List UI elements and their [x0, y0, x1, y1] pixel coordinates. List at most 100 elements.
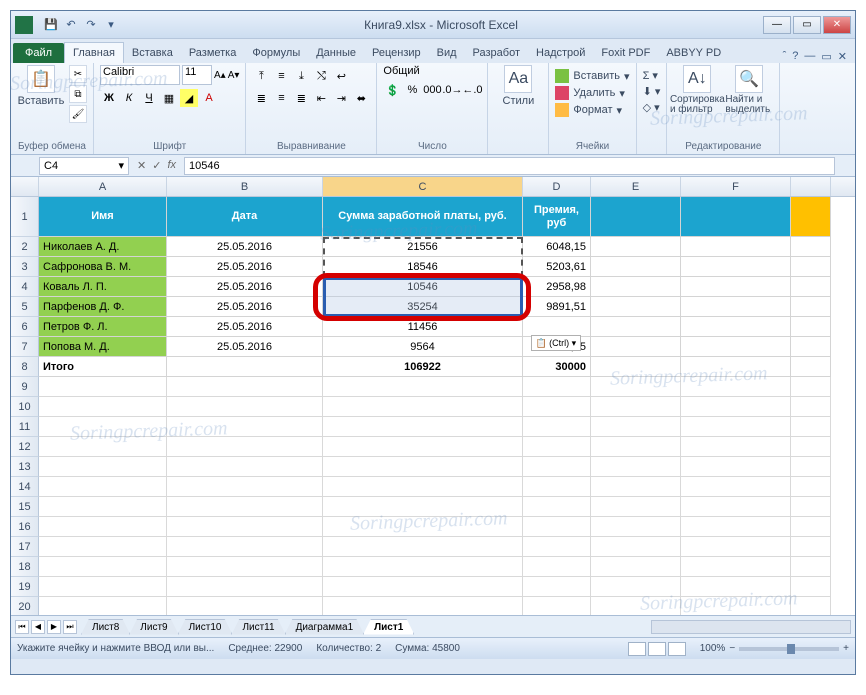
sheet-tab[interactable]: Лист11 [231, 619, 285, 635]
next-sheet-icon[interactable]: ▶ [47, 620, 61, 634]
cell-sum[interactable]: 21556 [323, 237, 523, 257]
percent-icon[interactable]: % [403, 81, 421, 99]
cancel-icon[interactable]: ✕ [137, 159, 146, 172]
sheet-tab[interactable]: Лист10 [178, 619, 233, 635]
cell-date[interactable]: 25.05.2016 [167, 297, 323, 317]
cut-icon[interactable]: ✂ [69, 65, 87, 83]
tab-layout[interactable]: Разметка [181, 43, 245, 63]
italic-button[interactable]: К [120, 89, 138, 107]
orientation-icon[interactable]: ⤭ [312, 67, 330, 85]
cell-date[interactable]: 25.05.2016 [167, 337, 323, 357]
cell-name[interactable]: Попова М. Д. [39, 337, 167, 357]
view-normal-icon[interactable] [628, 642, 646, 656]
shrink-font-icon[interactable]: A▾ [228, 70, 240, 81]
row-header[interactable]: 13 [11, 457, 39, 477]
format-painter-icon[interactable]: 🖌 [69, 105, 87, 123]
sheet-tab[interactable]: Лист1 [363, 619, 414, 635]
row-header[interactable]: 3 [11, 257, 39, 277]
tab-foxit[interactable]: Foxit PDF [593, 43, 658, 63]
cell-bonus[interactable]: 6048,15 [523, 237, 591, 257]
zoom-in-icon[interactable]: + [843, 643, 849, 654]
col-header-g[interactable] [791, 177, 831, 196]
row-header[interactable]: 5 [11, 297, 39, 317]
last-sheet-icon[interactable]: ⏭ [63, 620, 77, 634]
cell-name[interactable]: Парфенов Д. Ф. [39, 297, 167, 317]
delete-cells-button[interactable]: Удалить ▾ [555, 86, 625, 100]
tab-addins[interactable]: Надстрой [528, 43, 593, 63]
font-name-select[interactable]: Calibri [100, 65, 180, 85]
clear-button[interactable]: ◇ ▾ [643, 101, 660, 114]
dec-decimal-icon[interactable]: ←.0 [463, 81, 481, 99]
row-header[interactable]: 15 [11, 497, 39, 517]
align-middle-icon[interactable]: ≡ [272, 67, 290, 85]
merge-icon[interactable]: ⬌ [352, 89, 370, 107]
cell-name[interactable]: Сафронова В. М. [39, 257, 167, 277]
number-format-select[interactable]: Общий [383, 65, 453, 77]
format-cells-button[interactable]: Формат ▾ [555, 103, 622, 117]
cell-name[interactable]: Николаев А. Д. [39, 237, 167, 257]
inc-decimal-icon[interactable]: .0→ [443, 81, 461, 99]
col-header-f[interactable]: F [681, 177, 791, 196]
row-header[interactable]: 9 [11, 377, 39, 397]
prev-sheet-icon[interactable]: ◀ [31, 620, 45, 634]
cell-name[interactable]: Петров Ф. Л. [39, 317, 167, 337]
align-bottom-icon[interactable]: ⤓ [292, 67, 310, 85]
row-header[interactable]: 19 [11, 577, 39, 597]
align-top-icon[interactable]: ⤒ [252, 67, 270, 85]
tab-review[interactable]: Рецензир [364, 43, 429, 63]
border-button[interactable]: ▦ [160, 89, 178, 107]
cell-date[interactable]: 25.05.2016 [167, 257, 323, 277]
row-header[interactable]: 6 [11, 317, 39, 337]
tab-formulas[interactable]: Формулы [244, 43, 308, 63]
sheet-tab[interactable]: Лист9 [129, 619, 178, 635]
bold-button[interactable]: Ж [100, 89, 118, 107]
indent-dec-icon[interactable]: ⇤ [312, 89, 330, 107]
sheet-tab[interactable]: Диаграмма1 [285, 619, 365, 635]
doc-restore-icon[interactable]: ▭ [821, 50, 831, 63]
minimize-button[interactable]: — [763, 16, 791, 34]
copy-icon[interactable]: ⧉ [69, 85, 87, 103]
cell-date[interactable] [167, 357, 323, 377]
cell-date[interactable]: 25.05.2016 [167, 317, 323, 337]
cell-bonus[interactable]: 5203,61 [523, 257, 591, 277]
underline-button[interactable]: Ч [140, 89, 158, 107]
row-header[interactable]: 14 [11, 477, 39, 497]
cell-sum[interactable]: 11456 [323, 317, 523, 337]
fill-color-button[interactable]: ◢ [180, 89, 198, 107]
row-header[interactable]: 11 [11, 417, 39, 437]
col-header-e[interactable]: E [591, 177, 681, 196]
grow-font-icon[interactable]: A▴ [214, 70, 226, 81]
row-header[interactable]: 17 [11, 537, 39, 557]
cell-bonus[interactable]: 9891,51 [523, 297, 591, 317]
cell-date[interactable]: 25.05.2016 [167, 277, 323, 297]
minimize-ribbon-icon[interactable]: ˆ [783, 50, 787, 63]
help-icon[interactable]: ? [792, 50, 798, 63]
font-color-button[interactable]: A [200, 89, 218, 107]
file-tab[interactable]: Файл [13, 43, 64, 63]
formula-bar[interactable]: 10546 [184, 157, 835, 175]
zoom-out-icon[interactable]: − [729, 643, 735, 654]
first-sheet-icon[interactable]: ⏮ [15, 620, 29, 634]
align-center-icon[interactable]: ≡ [272, 89, 290, 107]
undo-icon[interactable]: ↶ [63, 17, 79, 33]
save-icon[interactable]: 💾 [43, 17, 59, 33]
row-header[interactable]: 8 [11, 357, 39, 377]
row-header[interactable]: 18 [11, 557, 39, 577]
autosum-button[interactable]: Σ ▾ [643, 69, 658, 82]
styles-button[interactable]: Aa Стили [494, 65, 542, 107]
tab-abbyy[interactable]: ABBYY PD [658, 43, 729, 63]
view-pagebreak-icon[interactable] [668, 642, 686, 656]
tab-insert[interactable]: Вставка [124, 43, 181, 63]
select-all-corner[interactable] [11, 177, 39, 196]
fill-button[interactable]: ⬇ ▾ [643, 85, 661, 98]
sheet-tab[interactable]: Лист8 [81, 619, 130, 635]
col-header-b[interactable]: B [167, 177, 323, 196]
indent-inc-icon[interactable]: ⇥ [332, 89, 350, 107]
zoom-slider[interactable] [739, 647, 839, 651]
row-header[interactable]: 7 [11, 337, 39, 357]
paste-button[interactable]: 📋 Вставить [17, 65, 65, 107]
col-header-d[interactable]: D [523, 177, 591, 196]
doc-close-icon[interactable]: ✕ [838, 50, 847, 63]
cell-sum[interactable]: 106922 [323, 357, 523, 377]
name-box[interactable]: C4▾ [39, 157, 129, 175]
